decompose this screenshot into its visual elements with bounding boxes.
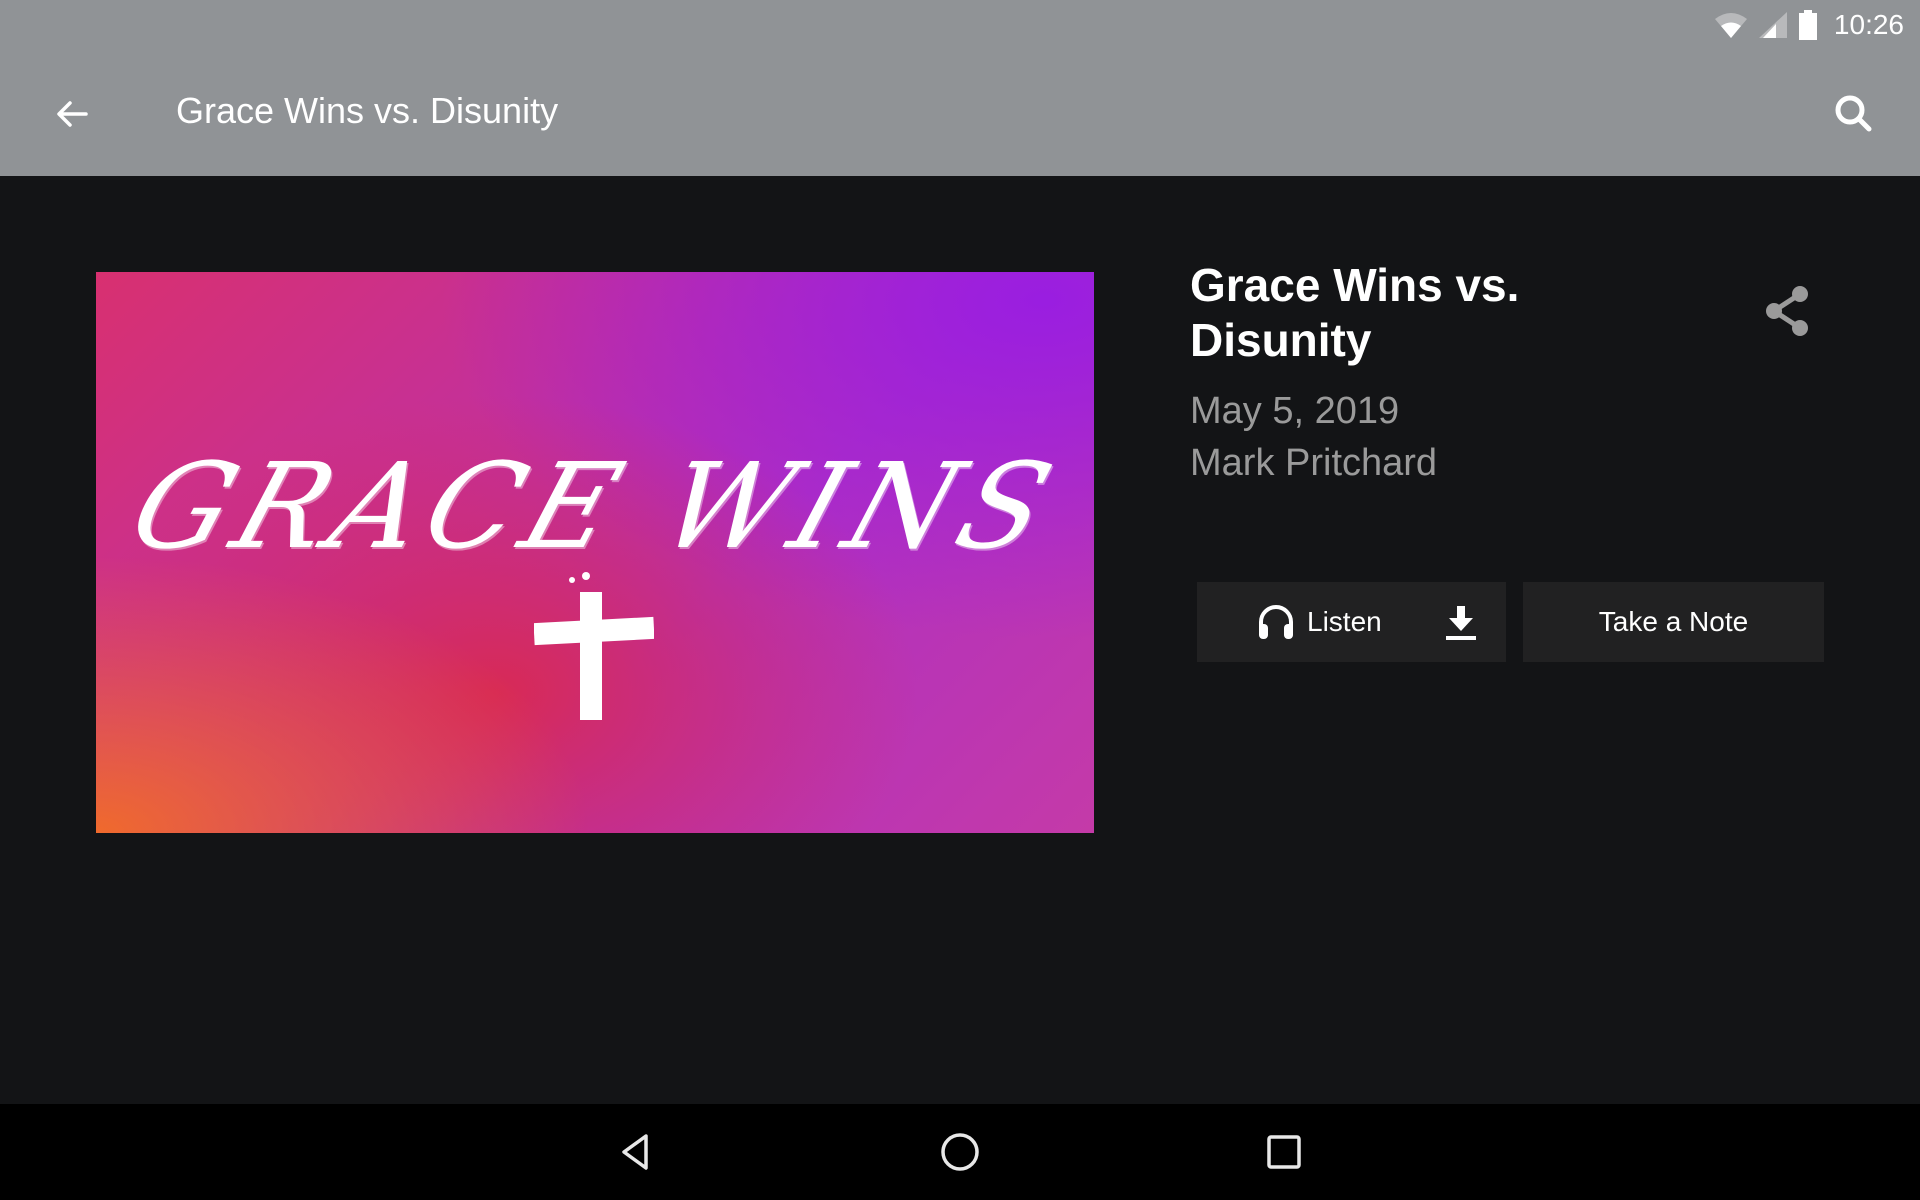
listen-button[interactable]: Listen bbox=[1197, 582, 1506, 662]
arrow-left-icon[interactable] bbox=[50, 92, 94, 136]
nav-home-icon[interactable] bbox=[936, 1128, 984, 1176]
sermon-title: Grace Wins vs. Disunity bbox=[1190, 259, 1520, 366]
take-note-label: Take a Note bbox=[1598, 606, 1749, 637]
listen-label: Listen bbox=[1307, 606, 1382, 637]
download-icon[interactable] bbox=[1440, 602, 1482, 644]
system-nav-bar bbox=[0, 1104, 1920, 1200]
share-icon[interactable] bbox=[1760, 284, 1814, 338]
wifi-icon bbox=[1714, 13, 1747, 38]
artwork-text: GRACE WINS bbox=[115, 437, 1075, 575]
sermon-artwork: GRACE WINS bbox=[96, 272, 1094, 833]
take-note-button[interactable]: Take a Note bbox=[1523, 582, 1824, 662]
page-title: Grace Wins vs. Disunity bbox=[176, 90, 559, 131]
cross-icon bbox=[534, 572, 654, 720]
sermon-speaker: Mark Pritchard bbox=[1190, 442, 1438, 484]
clock: 10:26 bbox=[1833, 9, 1904, 40]
status-icons: 10:26 bbox=[1714, 8, 1904, 42]
sermon-date: May 5, 2019 bbox=[1190, 390, 1400, 432]
status-bar: 10:26 bbox=[0, 0, 1920, 50]
cell-signal-icon bbox=[1758, 12, 1787, 38]
nav-recents-icon[interactable] bbox=[1260, 1128, 1308, 1176]
listen-content: Listen bbox=[1257, 603, 1382, 641]
nav-back-icon[interactable] bbox=[612, 1128, 660, 1176]
battery-icon bbox=[1798, 10, 1817, 40]
search-icon[interactable] bbox=[1830, 90, 1878, 138]
headphones-icon bbox=[1259, 605, 1293, 639]
app-bar: Grace Wins vs. Disunity bbox=[0, 50, 1920, 176]
